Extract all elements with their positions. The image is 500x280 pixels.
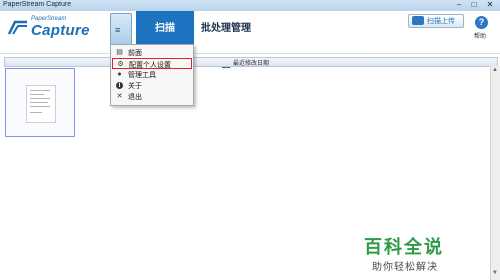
- menu-item-exit[interactable]: ✕ 退出: [112, 91, 192, 102]
- vertical-scrollbar[interactable]: ▲ ▼: [490, 66, 500, 280]
- menu-item-label: 前面: [128, 50, 142, 57]
- gear-icon: ⚙: [117, 61, 124, 68]
- close-icon: ✕: [116, 93, 123, 100]
- doc-icon: ▤: [116, 49, 123, 56]
- scroll-down-icon[interactable]: ▼: [492, 270, 498, 276]
- menu-item-label: 管理工具: [128, 72, 156, 79]
- menu-item-admin-tools[interactable]: ● 管理工具: [112, 69, 192, 80]
- watermark-title: 百科全说: [364, 237, 444, 257]
- cloud-icon: [412, 16, 424, 25]
- menu-icon: ≡: [115, 25, 121, 35]
- menu-item-front[interactable]: ▤ 前面: [112, 47, 192, 58]
- main-menu-dropdown: ▤ 前面 ⚙ 配置个人设置 ● 管理工具 i 关于 ✕ 退出: [110, 44, 194, 106]
- menu-item-label: 退出: [128, 94, 142, 101]
- column-modified-date[interactable]: 最近修改日期: [233, 58, 269, 67]
- watermark-subtitle: 助你轻松解决: [372, 262, 438, 273]
- paperstream-logo: PaperStream Capture: [7, 16, 97, 44]
- document-page-icon: [26, 85, 56, 123]
- help-label: 帮助: [474, 34, 487, 40]
- menu-item-about[interactable]: i 关于: [112, 80, 192, 91]
- close-window-button[interactable]: ✕: [482, 0, 498, 10]
- scan-upload-button[interactable]: 扫描上传: [408, 14, 464, 28]
- info-icon: i: [116, 82, 123, 89]
- logo-mark-icon: [7, 20, 27, 35]
- help-icon[interactable]: ?: [475, 16, 488, 29]
- scan-upload-label: 扫描上传: [427, 18, 455, 25]
- document-thumbnail[interactable]: [5, 68, 75, 137]
- logo-big-text: Capture: [31, 22, 90, 39]
- maximize-button[interactable]: □: [467, 0, 481, 10]
- window-title: PaperStream Capture: [3, 1, 72, 8]
- tab-scan[interactable]: 扫描: [136, 11, 194, 47]
- menu-item-personal-settings[interactable]: ⚙ 配置个人设置: [112, 58, 192, 69]
- list-column-header[interactable]: 最近修改日期: [4, 57, 498, 67]
- tab-batch-manager[interactable]: 批处理管理器: [198, 11, 254, 70]
- scroll-up-icon[interactable]: ▲: [492, 67, 498, 73]
- menu-item-label: 关于: [128, 83, 142, 90]
- user-icon: ●: [117, 71, 122, 78]
- minimize-button[interactable]: –: [452, 0, 466, 10]
